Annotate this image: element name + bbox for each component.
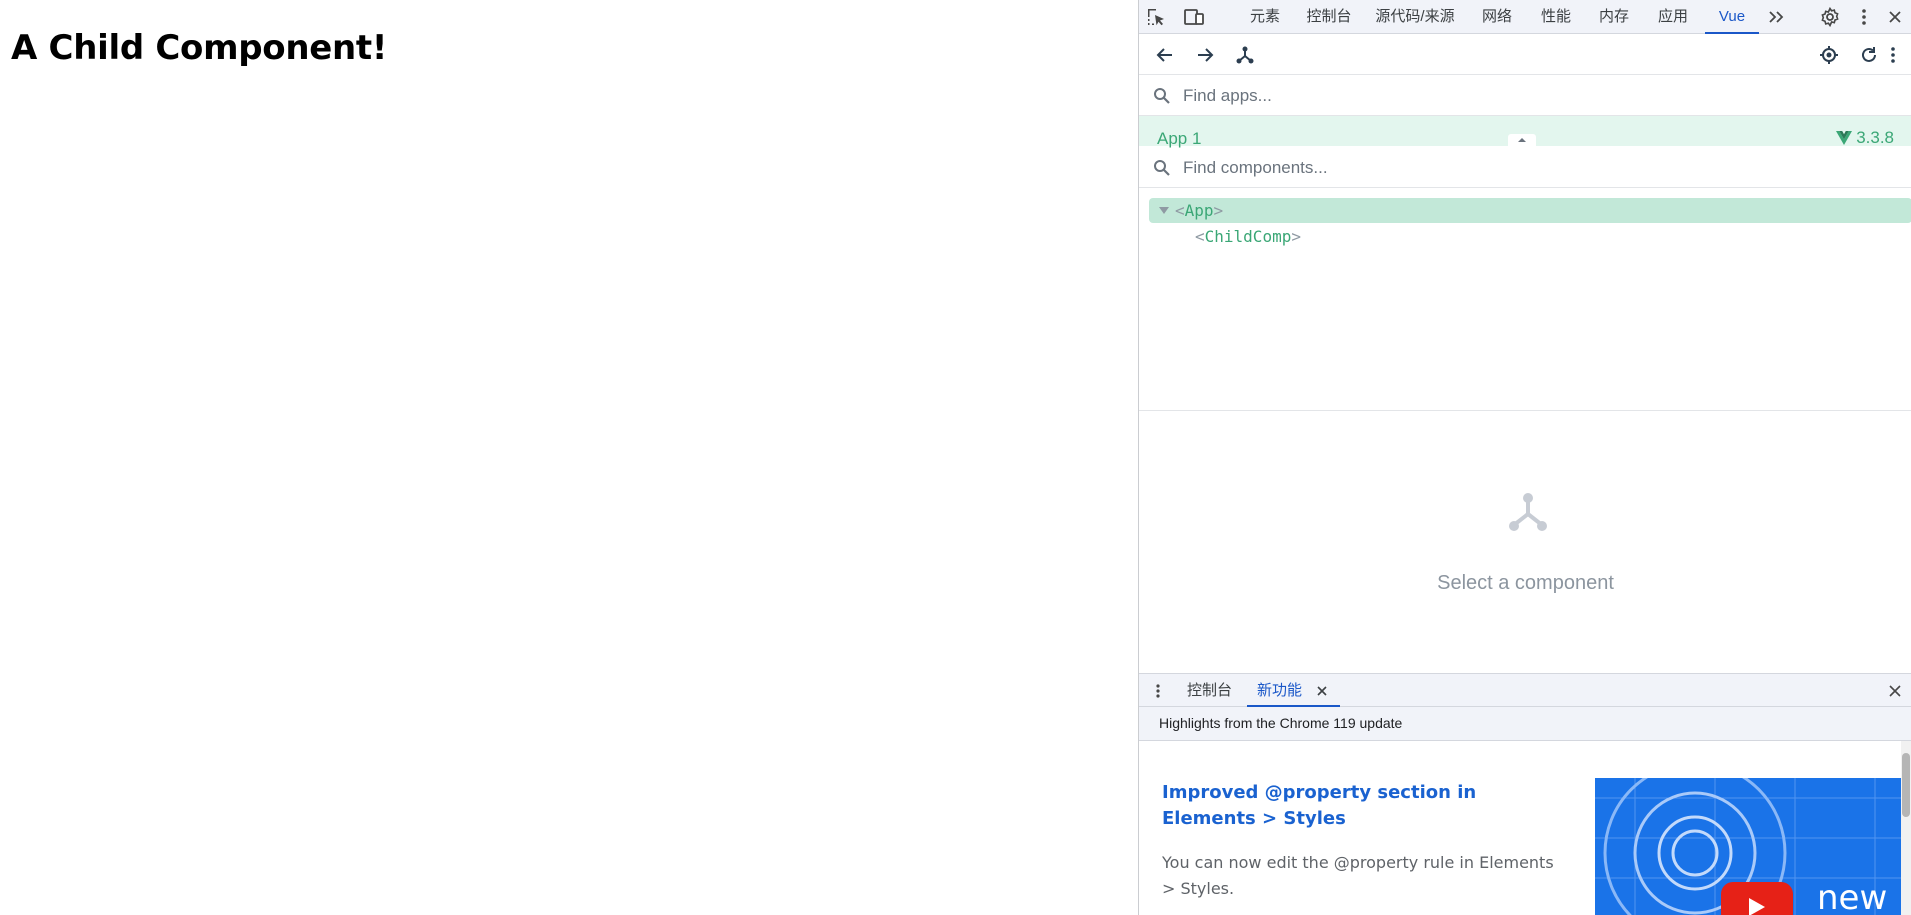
drawer-tab-console[interactable]: 控制台: [1187, 674, 1232, 707]
feature-title-link[interactable]: Improved @property section in Elements >…: [1162, 780, 1482, 832]
components-search-row: [1139, 148, 1911, 188]
highlights-header: Highlights from the Chrome 119 update: [1139, 707, 1911, 741]
forward-arrow-icon[interactable]: [1189, 39, 1221, 71]
apps-search-input[interactable]: [1183, 82, 1783, 110]
component-tree-icon: [1509, 493, 1547, 531]
search-icon: [1154, 160, 1170, 176]
component-tree: <App> <ChildComp>: [1139, 189, 1911, 411]
device-toolbar-icon[interactable]: [1177, 0, 1211, 34]
screen: A Child Component! 元素 控制台 源代码/来源 网络 性能 内…: [0, 0, 1911, 915]
whats-new-feature: Improved @property section in Elements >…: [1139, 741, 1911, 915]
youtube-play-button[interactable]: [1721, 882, 1793, 915]
tree-node-app[interactable]: <App>: [1149, 198, 1911, 223]
close-devtools-icon[interactable]: [1878, 0, 1911, 34]
play-icon: [1749, 898, 1765, 915]
drawer-tabbar: 控制台 新功能: [1139, 673, 1911, 707]
drawer-tab-label: 新功能: [1257, 682, 1303, 699]
tab-console[interactable]: 控制台: [1295, 0, 1363, 34]
tree-node-label: ChildComp: [1204, 227, 1292, 246]
drawer-menu-icon[interactable]: [1141, 674, 1175, 707]
thumbnail-caption: new: [1817, 878, 1888, 915]
inspect-element-icon[interactable]: [1139, 0, 1173, 34]
vue-toolbar: [1139, 35, 1911, 75]
app-name: App 1: [1157, 129, 1202, 148]
apps-search-row: [1139, 76, 1911, 116]
video-thumbnail[interactable]: new: [1595, 778, 1911, 915]
page-viewport: A Child Component!: [0, 0, 1138, 915]
empty-state-text: Select a component: [1437, 572, 1614, 594]
back-arrow-icon[interactable]: [1149, 39, 1181, 71]
vue-kebab-menu-icon[interactable]: [1877, 39, 1909, 71]
tab-performance[interactable]: 性能: [1527, 0, 1585, 34]
tab-memory[interactable]: 内存: [1585, 0, 1643, 34]
more-tabs-chevron-icon[interactable]: [1759, 0, 1793, 34]
component-tree-icon[interactable]: [1229, 39, 1261, 71]
tab-network[interactable]: 网络: [1467, 0, 1527, 34]
close-drawer-icon[interactable]: [1878, 674, 1911, 707]
vue-logo-icon: [1836, 131, 1853, 145]
vue-version: 3.3.8: [1856, 128, 1894, 147]
tab-sources[interactable]: 源代码/来源: [1363, 0, 1467, 34]
search-icon: [1154, 88, 1170, 104]
settings-gear-icon[interactable]: [1813, 0, 1847, 34]
tab-vue[interactable]: Vue: [1705, 0, 1759, 34]
tab-elements[interactable]: 元素: [1235, 0, 1295, 34]
page-heading: A Child Component!: [11, 28, 388, 68]
tab-application[interactable]: 应用: [1643, 0, 1703, 34]
components-search-input[interactable]: [1183, 154, 1783, 182]
app-selector[interactable]: App 1 3.3.8: [1139, 116, 1911, 148]
scrollbar-thumb[interactable]: [1902, 753, 1910, 817]
kebab-menu-icon[interactable]: [1847, 0, 1881, 34]
close-tab-icon[interactable]: [1316, 685, 1328, 697]
tree-node-childcomp[interactable]: <ChildComp>: [1195, 224, 1301, 249]
vue-version-badge: 3.3.8: [1836, 128, 1894, 148]
devtools-tabbar: 元素 控制台 源代码/来源 网络 性能 内存 应用 Vue: [1139, 0, 1911, 34]
feature-description: You can now edit the @property rule in E…: [1162, 853, 1554, 898]
drawer-scrollbar[interactable]: [1901, 741, 1911, 915]
tree-node-label: App: [1184, 201, 1214, 220]
collapse-apps-chevron-icon[interactable]: [1508, 134, 1536, 146]
expand-caret-icon[interactable]: [1159, 207, 1169, 214]
inspector-empty-state: Select a component: [1139, 411, 1911, 673]
drawer-tab-whats-new[interactable]: 新功能: [1247, 674, 1341, 707]
devtools-panel: 元素 控制台 源代码/来源 网络 性能 内存 应用 Vue Find apps.…: [1138, 0, 1911, 915]
select-target-icon[interactable]: [1813, 39, 1845, 71]
